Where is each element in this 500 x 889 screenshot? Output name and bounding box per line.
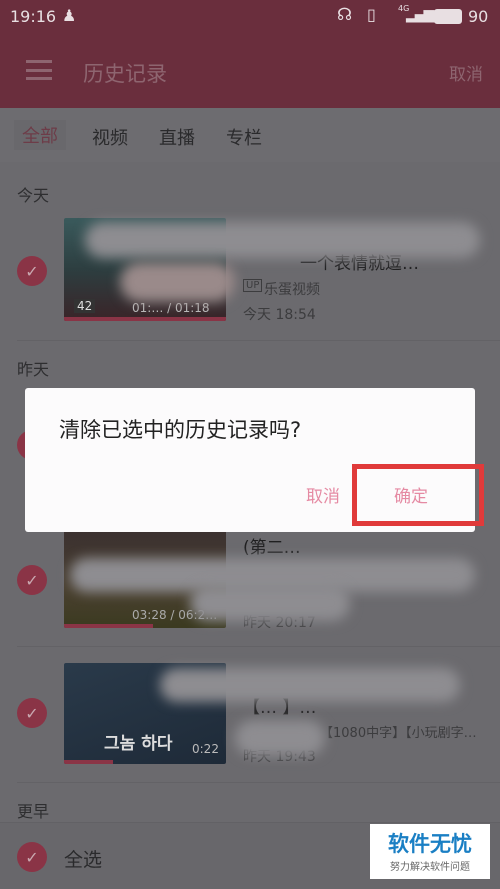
tab-live[interactable]: 直播 <box>159 124 195 150</box>
watermark-title: 软件无忧 <box>388 832 472 856</box>
cancel-button[interactable]: 取消 <box>449 60 483 85</box>
watch-time: 今天 18:54 <box>243 307 316 323</box>
item-checkbox[interactable]: ✓ <box>17 565 47 595</box>
vibrate-icon: ▯ <box>367 5 376 24</box>
hamburger-icon[interactable] <box>26 60 52 80</box>
divider <box>17 340 500 341</box>
section-yesterday: 昨天 <box>17 360 50 379</box>
highlight-box <box>352 464 484 526</box>
thumb-text: 그놈 하다 <box>104 734 173 754</box>
redaction-blur <box>120 262 235 302</box>
item-subtitle: 【1080中字】【小玩剧字… <box>320 726 477 741</box>
app-header: 历史记录 取消 <box>0 36 500 108</box>
redaction-blur <box>235 720 325 756</box>
dialog-cancel-button[interactable]: 取消 <box>306 482 340 507</box>
battery-level: 90 <box>468 7 489 26</box>
item-checkbox[interactable]: ✓ <box>17 256 47 286</box>
divider <box>17 646 500 647</box>
status-bar: 19:16 ♟ ☊ ▯ 4G ▂▄▆ 90 <box>0 0 500 36</box>
signal-icon: ▂▄▆ <box>406 7 434 23</box>
thumb-badge: 42 <box>74 299 96 313</box>
qq-icon: ♟ <box>62 6 77 25</box>
redaction-blur <box>190 585 350 621</box>
dialog-message: 清除已选中的历史记录吗? <box>59 418 302 442</box>
section-earlier: 更早 <box>17 802 50 821</box>
redaction-blur <box>160 668 460 702</box>
watch-progress-bar <box>64 624 154 628</box>
item-title[interactable]: (第二… <box>243 533 301 558</box>
divider <box>17 782 500 783</box>
redaction-blur <box>85 222 480 258</box>
page-title: 历史记录 <box>83 62 167 86</box>
uploader-name[interactable]: 乐蛋视频 <box>264 279 320 299</box>
uploader-badge: UP <box>243 279 263 292</box>
battery-icon <box>434 9 462 24</box>
watermark-logo: 软件无忧 努力解决软件问题 <box>370 824 490 879</box>
watermark-subtitle: 努力解决软件问题 <box>390 862 470 873</box>
select-all-label[interactable]: 全选 <box>64 845 102 872</box>
status-time: 19:16 <box>10 7 57 26</box>
watch-progress-bar <box>64 317 226 321</box>
headphone-icon: ☊ <box>337 5 353 25</box>
tab-bar: 全部 视频 直播 专栏 <box>0 108 500 162</box>
tab-column[interactable]: 专栏 <box>226 124 262 150</box>
tab-all[interactable]: 全部 <box>14 120 66 150</box>
item-checkbox[interactable]: ✓ <box>17 698 47 728</box>
select-all-checkbox[interactable]: ✓ <box>17 842 47 872</box>
progress-text: 0:22 <box>192 742 219 756</box>
progress-text: 01:… / 01:18 <box>132 301 210 315</box>
watch-progress-bar <box>64 760 113 764</box>
tab-video[interactable]: 视频 <box>92 124 128 150</box>
section-today: 今天 <box>17 186 50 205</box>
